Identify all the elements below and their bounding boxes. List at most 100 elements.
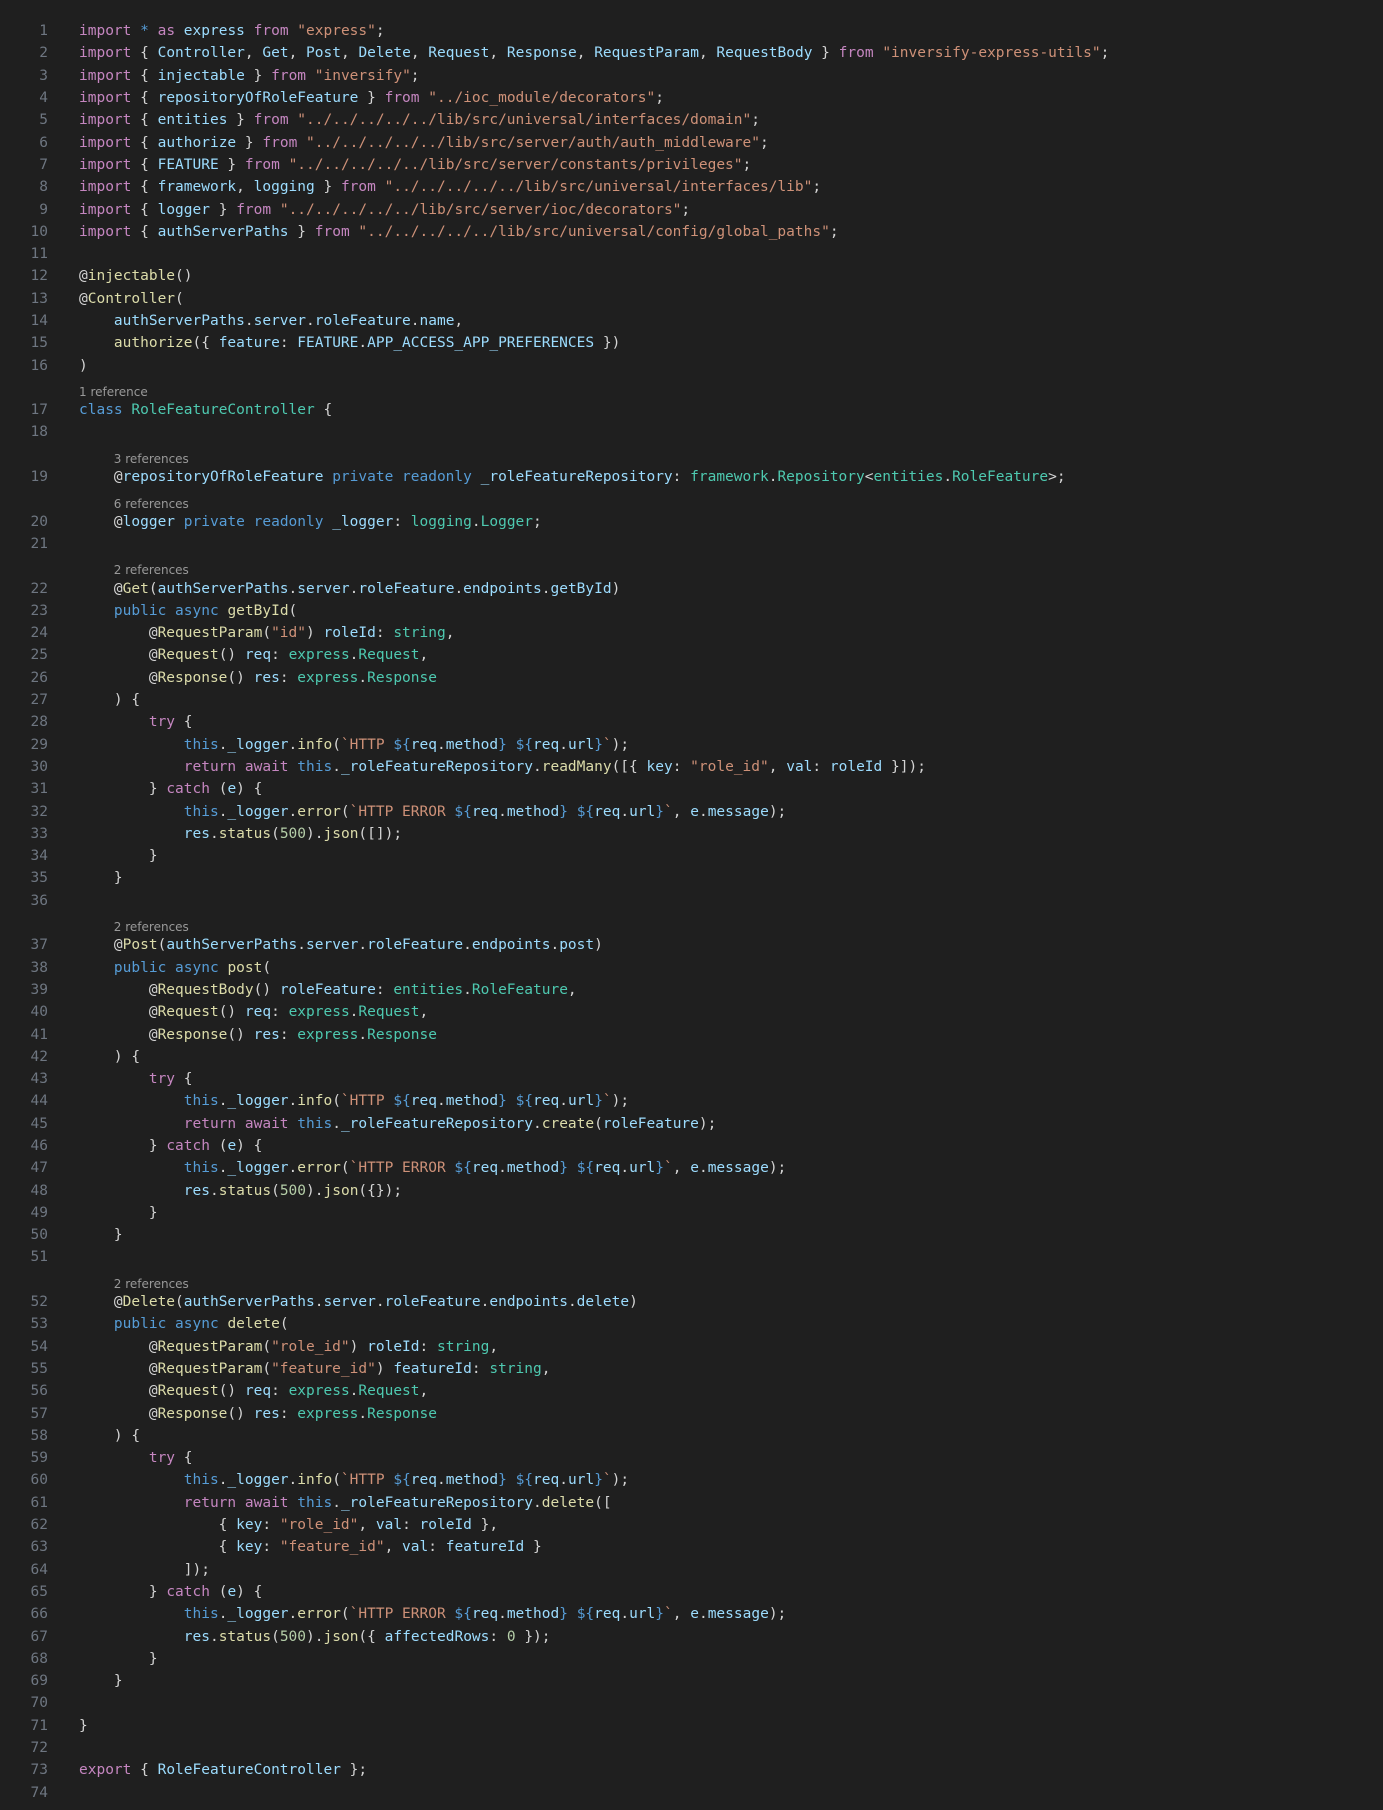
code-line[interactable]: 44 this._logger.info(`HTTP ${req.method}… — [0, 1090, 1383, 1112]
code-line[interactable]: 40 @Request() req: express.Request, — [0, 1001, 1383, 1023]
code-line[interactable]: 38 public async post( — [0, 956, 1383, 978]
code-line[interactable]: 64 ]); — [0, 1558, 1383, 1580]
code-line[interactable]: 48 res.status(500).json({}); — [0, 1179, 1383, 1201]
line-number: 48 — [30, 1182, 48, 1199]
code-line[interactable]: 42 ) { — [0, 1046, 1383, 1068]
token-keyword: return — [183, 1115, 237, 1132]
code-content: ) — [79, 358, 88, 374]
line-number: 64 — [30, 1561, 48, 1578]
token-punctuation: ; — [759, 134, 769, 151]
code-line[interactable]: 8 import { framework, logging } from "../… — [0, 176, 1383, 198]
code-line[interactable]: 41 @Response() res: express.Response — [0, 1023, 1383, 1045]
code-line[interactable]: 22 @Get(authServerPaths.server.roleFeatu… — [0, 577, 1383, 599]
token-type: entities — [393, 981, 464, 998]
code-line[interactable]: 43 try { — [0, 1068, 1383, 1090]
code-line[interactable]: 65 } catch (e) { — [0, 1581, 1383, 1603]
token-punctuation: } — [209, 201, 237, 218]
code-line[interactable]: 2 import { Controller, Get, Post, Delete,… — [0, 42, 1383, 64]
token-builtin: public — [113, 1316, 167, 1333]
code-line[interactable]: 23 public async getById( — [0, 600, 1383, 622]
code-line[interactable]: 34 } — [0, 845, 1383, 867]
code-line[interactable]: 67 res.status(500).json({ affectedRows: … — [0, 1625, 1383, 1647]
code-line[interactable]: 6 import { authorize } from "../../../../… — [0, 131, 1383, 153]
token-punctuation: , — [672, 1606, 691, 1623]
code-line[interactable]: 51 — [0, 1246, 1383, 1268]
codelens-link[interactable]: 2 references — [79, 1277, 189, 1291]
code-line[interactable]: 54 @RequestParam("role_id") roleId: stri… — [0, 1336, 1383, 1358]
code-line[interactable]: 21 — [0, 533, 1383, 555]
code-line[interactable]: 69 } — [0, 1670, 1383, 1692]
code-line[interactable]: 37 @Post(authServerPaths.server.roleFeat… — [0, 934, 1383, 956]
code-line[interactable]: 17 class RoleFeatureController { — [0, 399, 1383, 421]
token-punctuation: , — [384, 1539, 403, 1556]
code-content: export { RoleFeatureController }; — [79, 1762, 367, 1778]
code-line[interactable]: 25 @Request() req: express.Request, — [0, 644, 1383, 666]
code-line[interactable]: 60 this._logger.info(`HTTP ${req.method}… — [0, 1469, 1383, 1491]
code-line[interactable]: 30 return await this._roleFeatureReposit… — [0, 756, 1383, 778]
code-line[interactable]: 5 import { entities } from "../../../../.… — [0, 109, 1383, 131]
code-line[interactable]: 72 — [0, 1737, 1383, 1759]
code-line[interactable]: 53 public async delete( — [0, 1313, 1383, 1335]
code-line[interactable]: 4 import { repositoryOfRoleFeature } from… — [0, 87, 1383, 109]
code-line[interactable]: 70 — [0, 1692, 1383, 1714]
code-line[interactable]: 19 @repositoryOfRoleFeature private read… — [0, 466, 1383, 488]
codelens-link[interactable]: 1 reference — [79, 385, 148, 399]
code-line[interactable]: 1 import * as express from "express"; — [0, 20, 1383, 42]
code-line[interactable]: 11 — [0, 243, 1383, 265]
token-identifier: roleFeature — [279, 981, 376, 998]
code-line[interactable]: 47 this._logger.error(`HTTP ERROR ${req.… — [0, 1157, 1383, 1179]
code-line[interactable]: 61 return await this._roleFeatureReposit… — [0, 1492, 1383, 1514]
code-line[interactable]: 32 this._logger.error(`HTTP ERROR ${req.… — [0, 800, 1383, 822]
code-line[interactable]: 3 import { injectable } from "inversify"; — [0, 65, 1383, 87]
code-line[interactable]: 49 } — [0, 1202, 1383, 1224]
code-line[interactable]: 59 try { — [0, 1447, 1383, 1469]
code-line[interactable]: 57 @Response() res: express.Response — [0, 1402, 1383, 1424]
code-line[interactable]: 73 export { RoleFeatureController }; — [0, 1759, 1383, 1781]
code-line[interactable]: 66 this._logger.error(`HTTP ERROR ${req.… — [0, 1603, 1383, 1625]
code-line[interactable]: 15 authorize({ feature: FEATURE.APP_ACCE… — [0, 332, 1383, 354]
token-punctuation: ({ — [358, 1628, 385, 1645]
token-identifier: server — [253, 313, 306, 329]
code-line[interactable]: 9 import { logger } from "../../../../../… — [0, 198, 1383, 220]
code-line[interactable]: 14 authServerPaths.server.roleFeature.na… — [0, 310, 1383, 332]
code-line[interactable]: 24 @RequestParam("id") roleId: string, — [0, 622, 1383, 644]
code-line[interactable]: 39 @RequestBody() roleFeature: entities.… — [0, 979, 1383, 1001]
token-punctuation: , — [489, 45, 507, 62]
code-line[interactable]: 7 import { FEATURE } from "../../../../..… — [0, 154, 1383, 176]
code-line[interactable]: 18 — [0, 421, 1383, 443]
code-line[interactable]: 20 @logger private readonly _logger: log… — [0, 511, 1383, 533]
code-line[interactable]: 27 ) { — [0, 689, 1383, 711]
token-punctuation: ) — [306, 625, 324, 642]
codelens-link[interactable]: 3 references — [79, 452, 189, 466]
code-line[interactable]: 26 @Response() res: express.Response — [0, 667, 1383, 689]
code-line[interactable]: 35 } — [0, 867, 1383, 889]
token-identifier: e — [227, 1583, 237, 1600]
code-line[interactable]: 46 } catch (e) { — [0, 1135, 1383, 1157]
code-line[interactable]: 16) — [0, 354, 1383, 376]
code-line[interactable]: 52 @Delete(authServerPaths.server.roleFe… — [0, 1291, 1383, 1313]
code-line[interactable]: 71} — [0, 1715, 1383, 1737]
code-line[interactable]: 63 { key: "feature_id", val: featureId } — [0, 1536, 1383, 1558]
code-line[interactable]: 56 @Request() req: express.Request, — [0, 1380, 1383, 1402]
code-line[interactable]: 31 } catch (e) { — [0, 778, 1383, 800]
code-line[interactable]: 45 return await this._roleFeatureReposit… — [0, 1113, 1383, 1135]
codelens-link[interactable]: 2 references — [79, 563, 189, 577]
code-line[interactable]: 29 this._logger.info(`HTTP ${req.method}… — [0, 734, 1383, 756]
code-line[interactable]: 28 try { — [0, 711, 1383, 733]
code-line[interactable]: 36 — [0, 890, 1383, 912]
code-editor[interactable]: 1 import * as express from "express"; 2 imp… — [0, 20, 1383, 1804]
codelens-link[interactable]: 2 references — [79, 920, 189, 934]
code-line[interactable]: 50 } — [0, 1224, 1383, 1246]
code-line[interactable]: 12 @injectable() — [0, 265, 1383, 287]
code-line[interactable]: 62 { key: "role_id", val: roleId }, — [0, 1514, 1383, 1536]
code-line[interactable]: 55 @RequestParam("feature_id") featureId… — [0, 1358, 1383, 1380]
token-punctuation — [289, 759, 298, 775]
code-line[interactable]: 58 ) { — [0, 1425, 1383, 1447]
token-identifier: res — [253, 669, 280, 686]
code-line[interactable]: 13 @Controller( — [0, 288, 1383, 310]
code-line[interactable]: 33 res.status(500).json([]); — [0, 823, 1383, 845]
code-line[interactable]: 74 — [0, 1781, 1383, 1803]
code-line[interactable]: 10 import { authServerPaths } from "../..… — [0, 221, 1383, 243]
code-line[interactable]: 68 } — [0, 1648, 1383, 1670]
codelens-link[interactable]: 6 references — [79, 497, 189, 511]
